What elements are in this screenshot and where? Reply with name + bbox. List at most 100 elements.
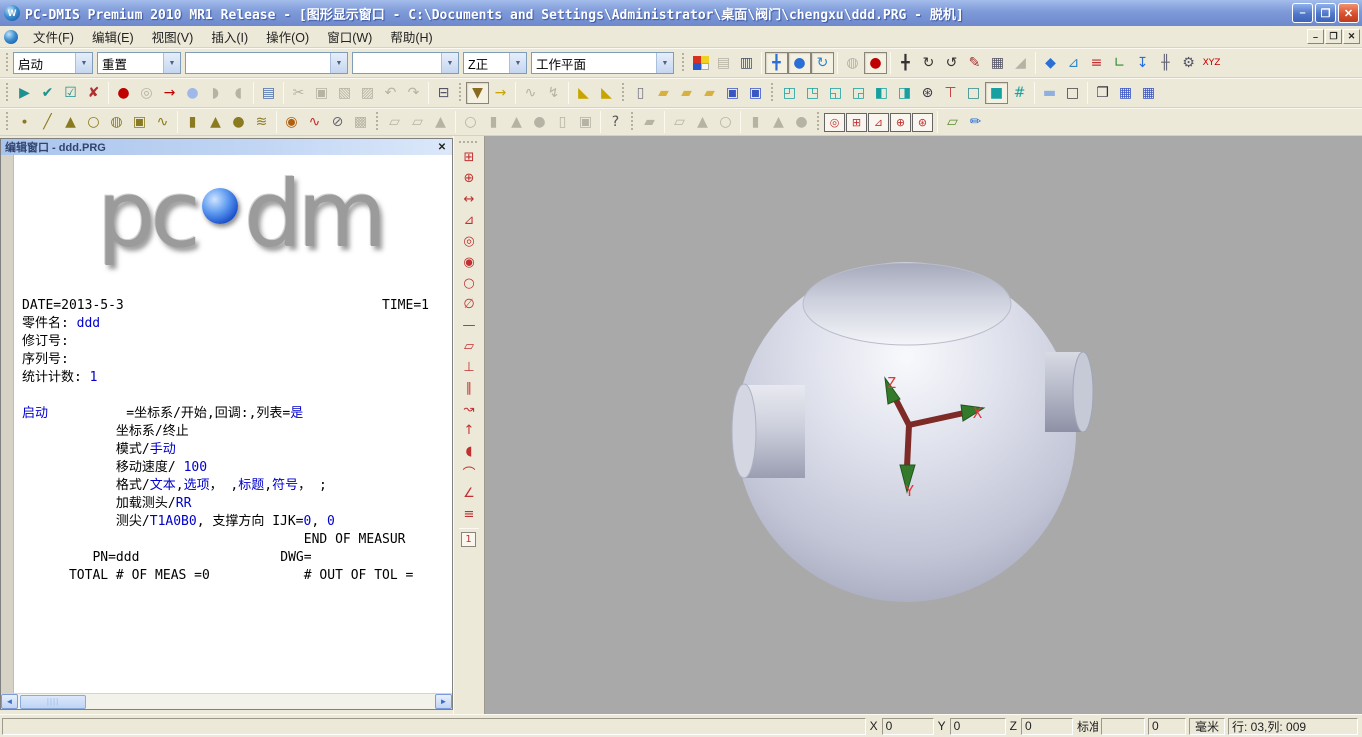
code-line[interactable]: 启动 =坐标系/开始,回调:,列表=是	[22, 405, 450, 423]
restore-button[interactable]: ❐	[1315, 3, 1336, 23]
touch-probe-icon[interactable]: ▼	[466, 82, 489, 104]
menu-item-insert[interactable]: 插入(I)	[202, 24, 257, 49]
pin-view-icon[interactable]: ↧	[1131, 52, 1154, 74]
generic-feature-icon[interactable]: ?	[604, 111, 627, 133]
datum-definition-icon[interactable]: ▱	[941, 111, 964, 133]
probe-model-icon[interactable]: ⊿	[1062, 52, 1085, 74]
combo-dropdown-icon[interactable]: ▼	[75, 53, 92, 73]
scale-to-fit-icon[interactable]: ╋	[765, 52, 788, 74]
edit-window-close-icon[interactable]: ✕	[435, 141, 449, 154]
code-line[interactable]: PN=ddd DWG=	[22, 549, 450, 567]
wireframe-cube-icon[interactable]: □	[962, 82, 985, 104]
point-normal-icon[interactable]: ⊤	[939, 82, 962, 104]
dim-symmetry-icon[interactable]: ≡	[458, 504, 480, 525]
scroll-left-icon[interactable]: ◄	[1, 694, 18, 709]
surface-colormap-icon[interactable]: ≡	[1085, 52, 1108, 74]
dim-straightness-icon[interactable]: —	[458, 315, 480, 336]
execute-block-icon[interactable]: ☑	[59, 82, 82, 104]
graphics-display-window[interactable]: Z X Y	[484, 136, 1362, 714]
dim-circular-runout-icon[interactable]: ↝	[458, 399, 480, 420]
goto-position-icon[interactable]: →	[489, 82, 512, 104]
form-view-icon[interactable]: ▦	[986, 52, 1009, 74]
code-line[interactable]: 统计计数: 1	[22, 369, 450, 387]
dim-angle-icon[interactable]: ⊿	[868, 113, 889, 132]
combo-dropdown-icon[interactable]: ▼	[441, 53, 458, 73]
level-1-icon[interactable]: 1	[461, 532, 476, 547]
auto-wizard-icon[interactable]: ⊘	[326, 111, 349, 133]
dim-angle-icon[interactable]: ⊿	[458, 210, 480, 231]
minimize-button[interactable]: –	[1292, 3, 1313, 23]
execute-feature-icon[interactable]: ✔	[36, 82, 59, 104]
edit-horizontal-scrollbar[interactable]: ◄ |||| ►	[1, 693, 452, 709]
cad-3d-view[interactable]: Z X Y	[485, 136, 1362, 714]
view-iso-icon[interactable]: ⊛	[916, 82, 939, 104]
scroll-right-icon[interactable]: ►	[435, 694, 452, 709]
code-line[interactable]: 零件名: ddd	[22, 315, 450, 333]
shaded-view-icon[interactable]: ●	[788, 52, 811, 74]
measured-sphere-icon[interactable]: ●	[227, 111, 250, 133]
toolbar-grip[interactable]	[375, 112, 380, 132]
toolbar-grip[interactable]	[621, 83, 626, 103]
print-graphics-icon[interactable]: ▥	[735, 52, 758, 74]
code-line[interactable]: 格式/文本,选项， ,标题,符号， ;	[22, 477, 450, 495]
dim-arc-icon[interactable]: ⌒	[458, 462, 480, 483]
report-window-icon[interactable]: ▦	[1114, 82, 1137, 104]
code-line[interactable]: 模式/手动	[22, 441, 450, 459]
edit-window-body[interactable]: pcdm DATE=2013-5-3 TIME=1零件名: ddd修订号:序列号…	[1, 155, 452, 693]
dim-runout-icon[interactable]: ⊛	[912, 113, 933, 132]
execute-program-icon[interactable]: ▶	[13, 82, 36, 104]
pan-mode-icon[interactable]: ╋	[894, 52, 917, 74]
toolbar-grip[interactable]	[5, 53, 10, 73]
refresh-view-icon[interactable]: ↻	[811, 52, 834, 74]
view-front-icon[interactable]: ◲	[847, 82, 870, 104]
comment-oval-icon[interactable]: ●	[181, 82, 204, 104]
dim-flatness-icon[interactable]: ▱	[458, 336, 480, 357]
measured-plane-icon[interactable]: ▲	[59, 111, 82, 133]
mdi-minimize-button[interactable]: –	[1307, 29, 1324, 44]
tolerance-combo[interactable]: ▼	[352, 52, 459, 74]
measured-point-icon[interactable]: ∙	[13, 111, 36, 133]
line-tool-icon[interactable]: ▬	[1038, 82, 1061, 104]
menu-item-window[interactable]: 窗口(W)	[318, 24, 381, 49]
rotate-3d-icon[interactable]: ↺	[940, 52, 963, 74]
menu-item-edit[interactable]: 编辑(E)	[83, 24, 143, 49]
dim-total-runout-icon[interactable]: ◉	[458, 252, 480, 273]
rect-tool-icon[interactable]: □	[1061, 82, 1084, 104]
save-as-icon[interactable]: ▣	[744, 82, 767, 104]
title-bar[interactable]: W PC-DMIS Premium 2010 MR1 Release - [图形…	[0, 0, 1362, 26]
rotate-2d-icon[interactable]: ↻	[917, 52, 940, 74]
menu-item-operation[interactable]: 操作(O)	[257, 24, 318, 49]
code-line[interactable]: DATE=2013-5-3 TIME=1	[22, 297, 450, 315]
dim-profile-icon[interactable]: ⊕	[890, 113, 911, 132]
probe-pen-icon[interactable]: ✎	[963, 52, 986, 74]
toolbar-grip[interactable]	[459, 140, 479, 145]
dim-circularity-icon[interactable]: ○	[458, 273, 480, 294]
menu-item-view[interactable]: 视图(V)	[143, 24, 203, 49]
measured-circle-icon[interactable]: ○	[82, 111, 105, 133]
reset-combo[interactable]: 重置▼	[97, 52, 181, 74]
dim-true-position-icon[interactable]: ⊕	[458, 168, 480, 189]
code-line[interactable]: 修订号:	[22, 333, 450, 351]
code-line[interactable]: 测尖/T1A0B0, 支撑方向 IJK=0, 0	[22, 513, 450, 531]
toolbar-grip[interactable]	[5, 83, 10, 103]
dim-parallelism-icon[interactable]: ∥	[458, 378, 480, 399]
dim-distance-icon[interactable]: ⊞	[846, 113, 867, 132]
code-line[interactable]: 加载测头/RR	[22, 495, 450, 513]
combo-dropdown-icon[interactable]: ▼	[656, 53, 673, 73]
toolbar-grip[interactable]	[816, 112, 821, 132]
open-part-icon[interactable]: ▰	[652, 82, 675, 104]
code-line[interactable]	[22, 387, 450, 405]
cad-model-icon[interactable]: ◆	[1039, 52, 1062, 74]
dim-cylindricity-icon[interactable]: ◖	[458, 441, 480, 462]
measured-cone-icon[interactable]: ▲	[204, 111, 227, 133]
startup-combo[interactable]: 启动▼	[13, 52, 93, 74]
measured-curve-icon[interactable]: ∿	[151, 111, 174, 133]
dim-position-grid-icon[interactable]: ⊞	[458, 147, 480, 168]
dim-profile-line-icon[interactable]: ↑	[458, 420, 480, 441]
toolbar-grip[interactable]	[630, 112, 635, 132]
continue-execution-icon[interactable]: →	[158, 82, 181, 104]
gage-icon[interactable]: ╫	[1154, 52, 1177, 74]
auto-feature-dial-icon[interactable]: ◉	[280, 111, 303, 133]
dim-angularity-icon[interactable]: ∠	[458, 483, 480, 504]
toolbar-grip[interactable]	[5, 112, 10, 132]
